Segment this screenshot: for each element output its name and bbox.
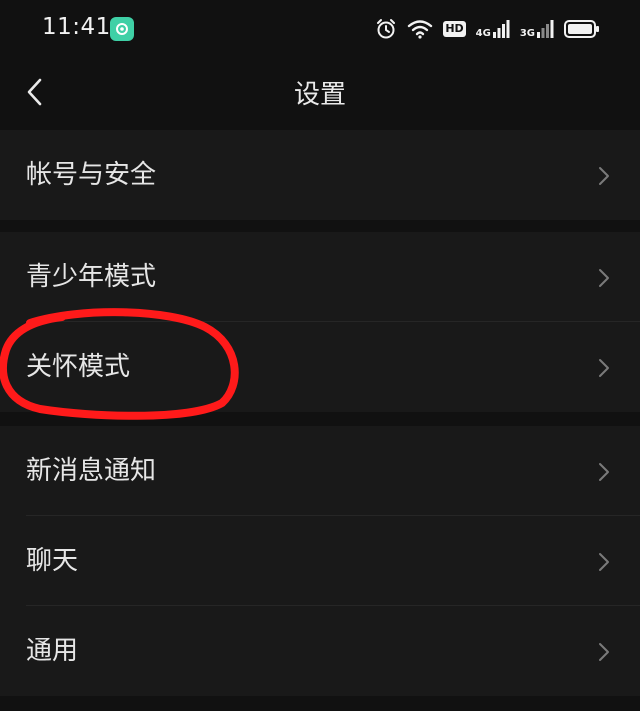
signal-group-1: 4G: [476, 19, 510, 39]
chevron-right-icon: [599, 167, 609, 185]
settings-item-chat[interactable]: 聊天: [0, 516, 640, 606]
signal-icon: [492, 20, 510, 38]
chevron-right-icon: [599, 553, 609, 571]
status-icons: HD 4G 3G: [375, 16, 600, 42]
settings-item-label: 通用: [26, 636, 79, 666]
settings-group-general: 新消息通知 聊天 通用: [0, 426, 640, 696]
settings-item-label: 新消息通知: [26, 456, 157, 486]
status-time: 11:41: [42, 14, 111, 40]
settings-item-label: 关怀模式: [26, 352, 131, 382]
signal-group-2: 3G: [520, 19, 554, 39]
hd-badge: HD: [443, 21, 466, 37]
signal-icon-2: [537, 20, 554, 38]
chevron-right-icon: [599, 463, 609, 481]
navigation-bar: 设置: [0, 56, 640, 128]
app-badge-icon: [110, 17, 134, 41]
status-bar: 11:41 HD 4G 3G: [0, 0, 640, 56]
network-label-1: 4G: [475, 28, 491, 39]
settings-item-general[interactable]: 通用: [0, 606, 640, 696]
chevron-right-icon: [599, 359, 609, 377]
settings-item-label: 青少年模式: [26, 262, 157, 292]
page-title: 设置: [293, 80, 346, 110]
settings-group-modes: 青少年模式 关怀模式: [0, 232, 640, 412]
settings-group-account: 帐号与安全: [0, 130, 640, 220]
settings-item-care-mode[interactable]: 关怀模式: [0, 322, 640, 412]
settings-item-label: 聊天: [26, 546, 79, 576]
settings-item-label: 帐号与安全: [26, 160, 157, 190]
alarm-icon: [377, 19, 396, 39]
battery-icon: [564, 20, 599, 38]
settings-item-account-security[interactable]: 帐号与安全: [0, 130, 640, 220]
wifi-icon: [408, 20, 433, 39]
chevron-right-icon: [599, 269, 609, 287]
network-label-2: 3G: [519, 28, 535, 39]
chevron-right-icon: [599, 643, 609, 661]
settings-item-teen-mode[interactable]: 青少年模式: [0, 232, 640, 322]
settings-item-notifications[interactable]: 新消息通知: [0, 426, 640, 516]
